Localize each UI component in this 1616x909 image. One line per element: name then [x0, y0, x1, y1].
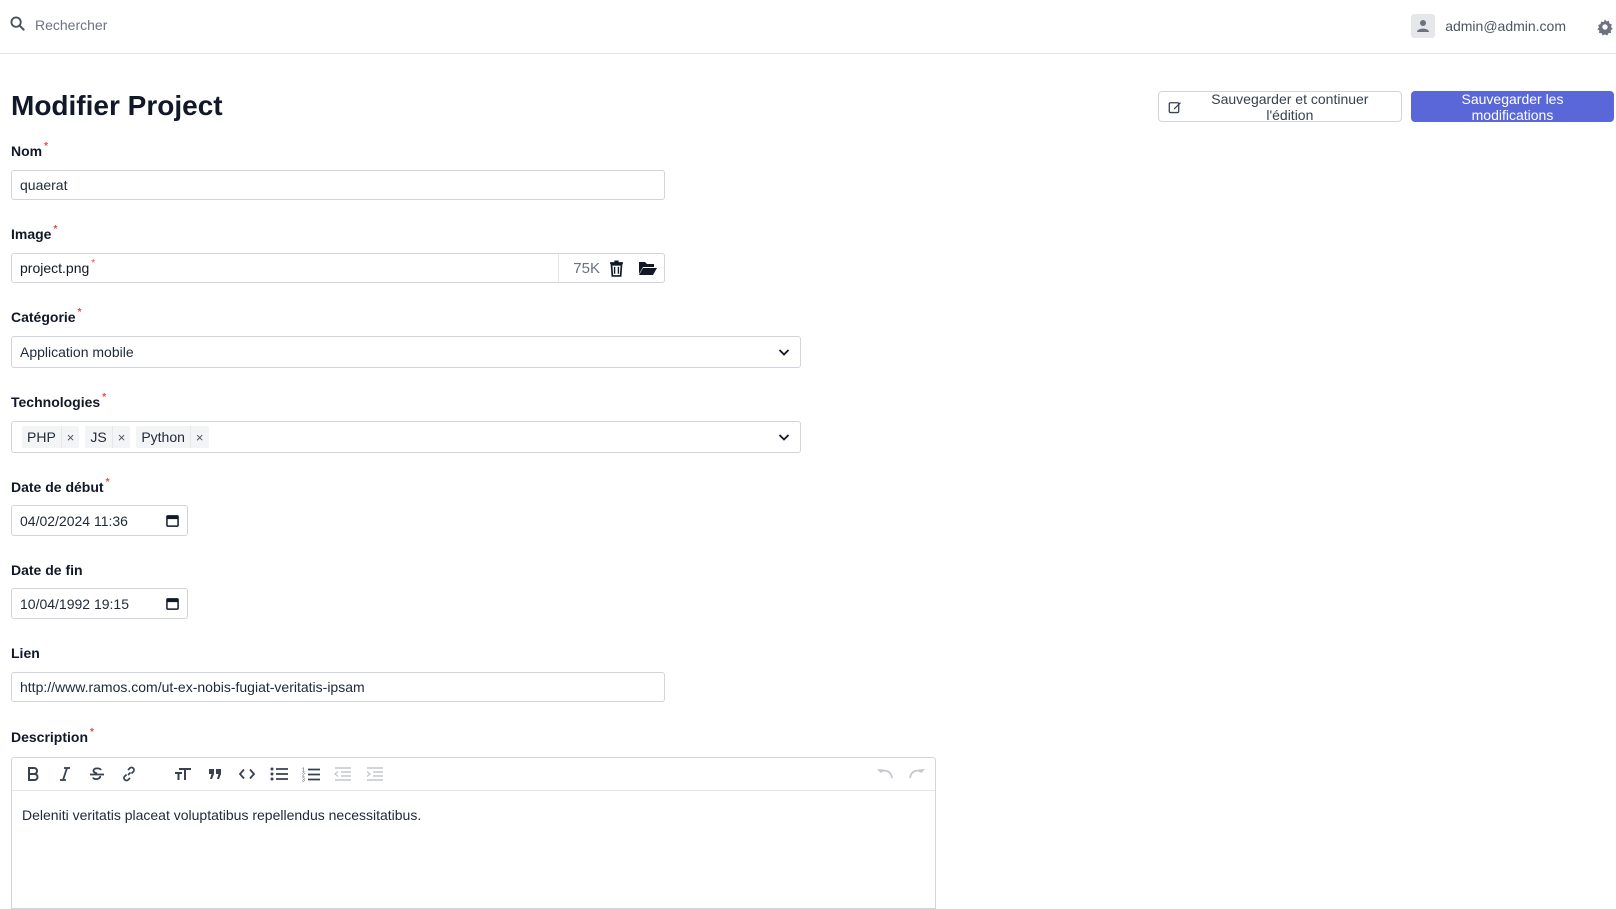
required-mark: * — [91, 258, 96, 269]
remove-tag-button[interactable]: × — [189, 426, 209, 448]
heading-button[interactable] — [167, 761, 199, 787]
user-email[interactable]: admin@admin.com — [1445, 18, 1566, 34]
bullet-list-button[interactable] — [263, 761, 295, 787]
italic-button[interactable] — [49, 761, 81, 787]
page-title: Modifier Project — [11, 90, 223, 121]
field-label-categorie: Catégorie * — [11, 307, 82, 325]
top-bar: admin@admin.com — [0, 0, 1616, 54]
undo-icon — [877, 769, 893, 779]
tag-python: Python × — [136, 426, 209, 448]
date-fin-input[interactable]: 10/04/1992 19:15 — [11, 588, 188, 619]
user-menu[interactable]: admin@admin.com — [1411, 14, 1566, 38]
quote-button[interactable] — [199, 761, 231, 787]
editor-content[interactable]: Deleniti veritatis placeat voluptatibus … — [12, 791, 935, 839]
description-editor[interactable]: 123 Deleniti veritatis placeat voluptati… — [11, 757, 936, 909]
delete-file-button[interactable] — [600, 254, 632, 282]
required-mark: * — [77, 307, 82, 318]
editor-toolbar: 123 — [12, 758, 935, 791]
search-box — [10, 16, 335, 34]
categorie-select[interactable]: Application mobile — [11, 336, 801, 368]
code-icon — [239, 768, 255, 780]
field-label-technologies: Technologies * — [11, 392, 107, 410]
outdent-icon — [334, 767, 351, 781]
remove-tag-button[interactable]: × — [111, 426, 131, 448]
edit-icon — [1168, 101, 1181, 113]
outdent-button[interactable] — [327, 761, 359, 787]
code-button[interactable] — [231, 761, 263, 787]
avatar[interactable] — [1411, 14, 1436, 38]
lien-input[interactable] — [20, 679, 656, 695]
search-input[interactable] — [35, 17, 335, 33]
strikethrough-button[interactable] — [81, 761, 113, 787]
chevron-down-icon — [778, 349, 790, 356]
bold-button[interactable] — [17, 761, 49, 787]
date-fin-value: 10/04/1992 19:15 — [20, 595, 129, 612]
file-size: 75K — [558, 254, 600, 282]
required-mark: * — [105, 477, 110, 488]
link-icon — [123, 766, 135, 782]
strikethrough-icon — [90, 767, 104, 781]
gear-icon[interactable] — [1594, 16, 1616, 38]
file-name: project.png * — [20, 258, 96, 276]
save-and-continue-label: Sauvegarder et continuer l'édition — [1211, 90, 1369, 123]
field-label-date-debut: Date de début * — [11, 477, 110, 495]
field-label-date-fin: Date de fin — [11, 562, 83, 578]
link-button[interactable] — [113, 761, 145, 787]
redo-button[interactable] — [901, 761, 933, 787]
search-icon — [10, 16, 25, 34]
numbered-list-button[interactable]: 123 — [295, 761, 327, 787]
date-debut-input[interactable]: 04/02/2024 11:36 — [11, 505, 188, 536]
bullet-list-icon — [270, 767, 288, 781]
undo-button[interactable] — [869, 761, 901, 787]
indent-button[interactable] — [359, 761, 391, 787]
user-icon — [1417, 20, 1430, 32]
calendar-icon[interactable] — [166, 597, 179, 610]
folder-open-icon — [639, 262, 657, 275]
image-file-field[interactable]: project.png * 75K — [11, 253, 665, 283]
field-label-image: Image * — [11, 224, 58, 242]
svg-text:3: 3 — [302, 777, 305, 782]
date-debut-value: 04/02/2024 11:36 — [20, 512, 128, 529]
redo-icon — [909, 769, 925, 779]
calendar-icon[interactable] — [166, 514, 179, 527]
field-label-lien: Lien — [11, 645, 40, 661]
lien-field[interactable] — [11, 672, 665, 702]
nom-field[interactable] — [11, 170, 665, 200]
numbered-list-icon: 123 — [302, 767, 320, 782]
save-and-continue-button[interactable]: Sauvegarder et continuer l'édition — [1158, 90, 1402, 123]
technologies-select[interactable]: PHP × JS × Python × — [11, 421, 801, 453]
required-mark: * — [44, 141, 49, 152]
tag-php: PHP × — [22, 426, 80, 448]
heading-icon — [175, 768, 191, 780]
tag-js: JS × — [85, 426, 131, 448]
field-label-nom: Nom * — [11, 141, 49, 159]
save-button[interactable]: Sauvegarder les modifications — [1411, 91, 1614, 123]
required-mark: * — [53, 224, 58, 235]
field-label-description: Description * — [11, 727, 94, 745]
browse-file-button[interactable] — [632, 254, 664, 282]
trash-icon — [609, 260, 623, 277]
nom-input[interactable] — [20, 177, 656, 193]
chevron-down-icon — [778, 434, 790, 441]
italic-icon — [60, 767, 70, 781]
bold-icon — [28, 767, 39, 781]
quote-icon — [209, 769, 221, 779]
categorie-value: Application mobile — [20, 344, 134, 360]
required-mark: * — [90, 727, 94, 738]
required-mark: * — [102, 392, 107, 403]
indent-icon — [366, 767, 383, 781]
remove-tag-button[interactable]: × — [60, 426, 80, 448]
